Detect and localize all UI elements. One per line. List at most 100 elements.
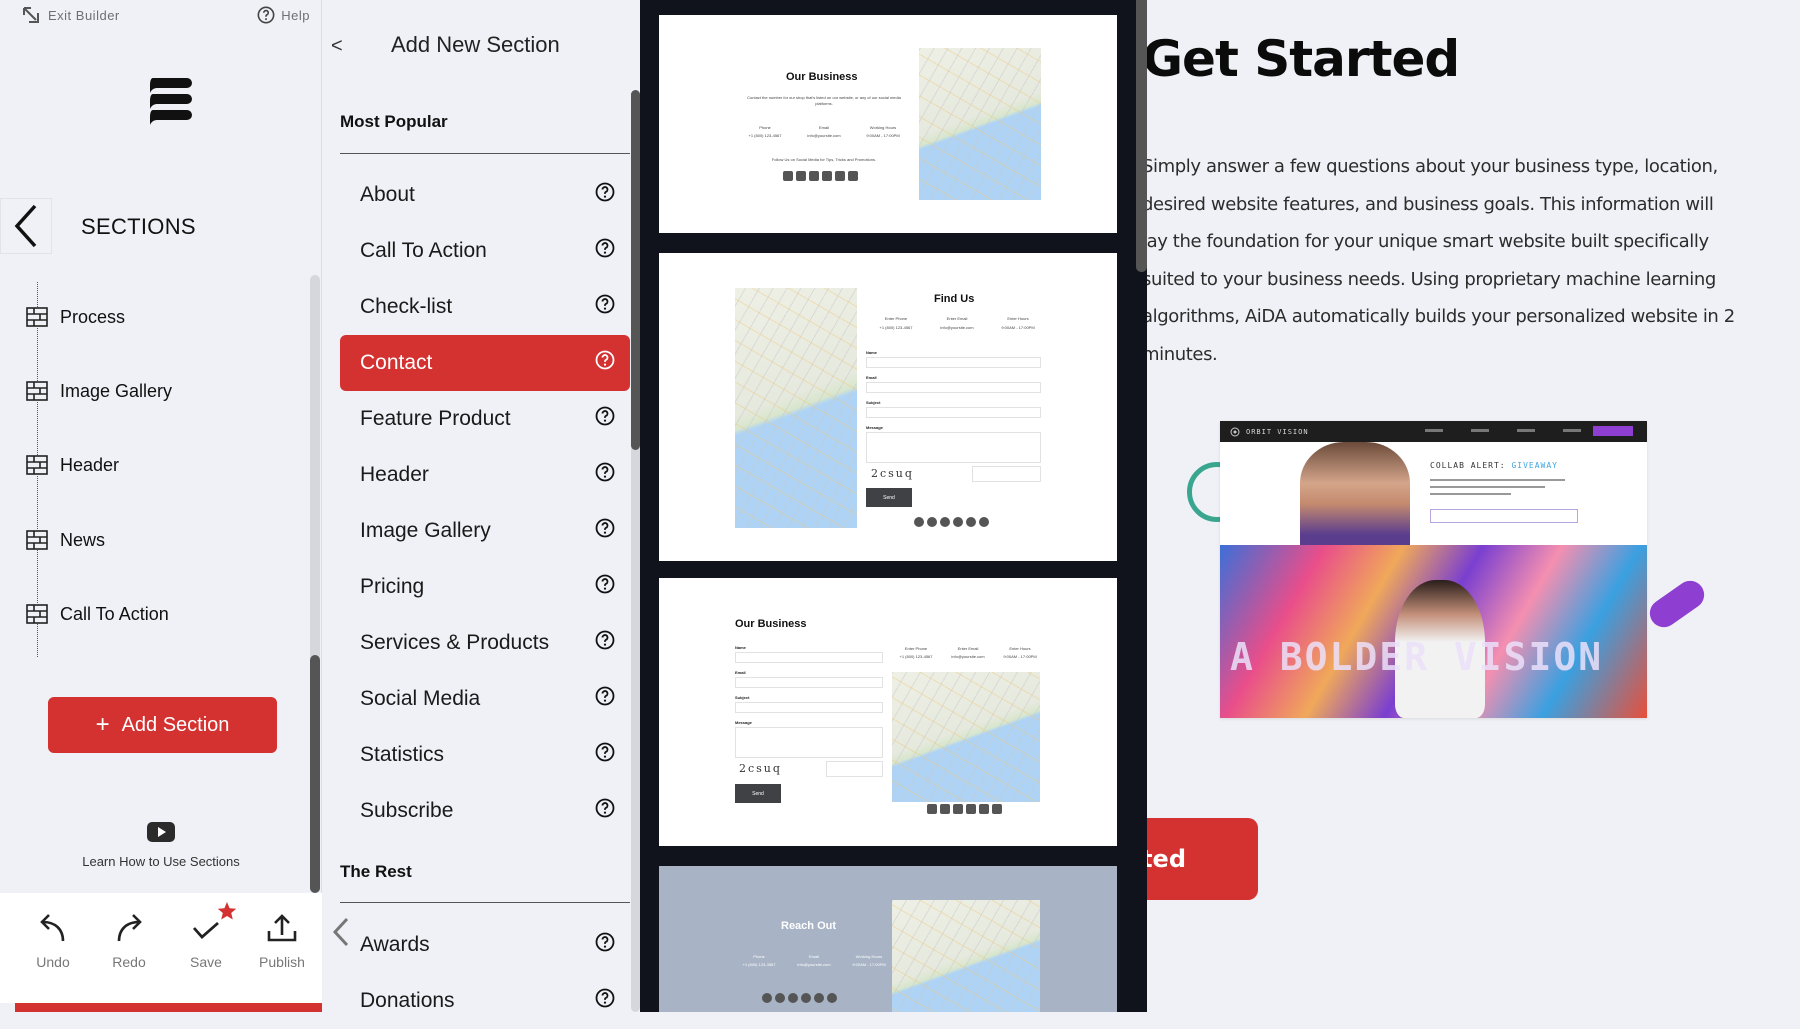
add-panel-back-button[interactable]: <	[331, 35, 343, 57]
help-circle-icon[interactable]	[595, 630, 615, 650]
section-option[interactable]: Call To Action	[340, 223, 630, 279]
contact-value: +1 (800) 123-4567	[879, 325, 913, 330]
sections-sidebar: Exit Builder Help SECTIONS Process Image…	[0, 0, 322, 1012]
add-panel-scrollbar-thumb[interactable]	[631, 90, 640, 450]
contact-label: Enter Hours	[1007, 316, 1029, 321]
help-circle-icon[interactable]	[595, 932, 615, 952]
section-item[interactable]: Header	[26, 450, 119, 480]
form-field	[866, 357, 1041, 368]
mockup-headline-text: COLLAB ALERT:	[1430, 461, 1506, 470]
add-section-button[interactable]: + Add Section	[48, 697, 277, 753]
section-option-label: Donations	[360, 989, 455, 1012]
undo-button[interactable]: Undo	[17, 913, 89, 970]
publish-button[interactable]: Publish	[246, 913, 318, 970]
section-option[interactable]: Image Gallery	[340, 503, 630, 559]
bottom-toolbar: Undo Redo Save Publish	[0, 893, 322, 1003]
section-option[interactable]: Services & Products	[340, 615, 630, 671]
section-option[interactable]: Subscribe	[340, 783, 630, 839]
undo-label: Undo	[36, 954, 70, 970]
help-circle-icon[interactable]	[595, 742, 615, 762]
help-circle-icon[interactable]	[595, 798, 615, 818]
section-option[interactable]: Statistics	[340, 727, 630, 783]
section-block-icon	[26, 307, 48, 327]
learn-sections-label: Learn How to Use Sections	[82, 854, 240, 869]
get-started-button[interactable]: Get Started	[1147, 818, 1258, 900]
sidebar-scrollbar[interactable]	[310, 275, 320, 893]
preview-card-contact-1[interactable]: Our Business Contact the number for our …	[659, 15, 1117, 233]
preview-card-contact-3[interactable]: Our Business Name Email Subject Message …	[659, 578, 1117, 846]
learn-sections-link[interactable]: Learn How to Use Sections	[0, 822, 322, 869]
sections-back-button[interactable]	[0, 198, 52, 254]
section-item-label: News	[60, 529, 106, 550]
help-circle-icon[interactable]	[595, 182, 615, 202]
help-circle-icon[interactable]	[595, 574, 615, 594]
contact-value: info@yoursite.com	[797, 962, 831, 967]
section-option[interactable]: Feature Product	[340, 391, 630, 447]
section-option[interactable]: Awards	[340, 917, 630, 973]
undo-icon	[40, 914, 65, 942]
help-circle-icon[interactable]	[595, 988, 615, 1008]
help-circle-icon[interactable]	[595, 350, 615, 370]
captcha-input	[972, 466, 1041, 482]
section-item[interactable]: News	[26, 525, 105, 555]
contact-label: Enter Email	[957, 646, 979, 651]
contact-label: Email	[808, 954, 819, 959]
collapse-panel-chevron-icon[interactable]	[331, 917, 351, 947]
section-option[interactable]: About	[340, 167, 630, 223]
preview-scrollbar-thumb[interactable]	[1136, 0, 1147, 272]
preview-card-contact-2[interactable]: Find Us Enter Phone +1 (800) 123-4567 En…	[659, 253, 1117, 561]
section-option[interactable]: Header	[340, 447, 630, 503]
section-option[interactable]: Check-list	[340, 279, 630, 335]
redo-button[interactable]: Redo	[93, 913, 165, 970]
form-field-label: Message	[735, 720, 752, 725]
page-heading: Get Started	[1147, 30, 1460, 88]
help-circle-icon[interactable]	[595, 518, 615, 538]
mockup-nav-links	[1425, 429, 1581, 432]
section-option-label: About	[360, 183, 415, 206]
send-button: Send	[866, 488, 912, 507]
builder-topbar: Exit Builder Help	[0, 4, 322, 28]
help-button[interactable]: Help	[257, 6, 310, 24]
form-field	[735, 702, 883, 713]
section-option[interactable]: Donations	[340, 973, 630, 1029]
contact-value: info@yoursite.com	[807, 133, 841, 138]
help-circle-icon[interactable]	[595, 406, 615, 426]
section-item[interactable]: Image Gallery	[26, 376, 172, 406]
save-button[interactable]: Save	[170, 913, 242, 970]
help-circle-icon[interactable]	[595, 294, 615, 314]
section-item[interactable]: Process	[26, 302, 125, 332]
mockup-brand: ORBIT VISION	[1246, 427, 1309, 436]
map-image	[919, 48, 1041, 200]
help-circle-icon[interactable]	[595, 686, 615, 706]
contact-value: +1 (800) 123-4567	[748, 133, 782, 138]
help-circle-icon[interactable]	[595, 462, 615, 482]
section-option[interactable]: Pricing	[340, 559, 630, 615]
group-title-the-rest: The Rest	[340, 862, 412, 881]
form-field	[735, 652, 883, 663]
exit-icon	[23, 7, 39, 23]
upload-icon	[267, 914, 297, 942]
mockup-email-field	[1430, 509, 1578, 523]
section-option[interactable]: Social Media	[340, 671, 630, 727]
publish-label: Publish	[259, 954, 305, 970]
section-item[interactable]: Call To Action	[26, 599, 169, 629]
contact-label: Phone	[759, 125, 771, 130]
help-circle-icon[interactable]	[595, 238, 615, 258]
form-field-label: Subject	[866, 400, 881, 405]
section-option-label: Social Media	[360, 687, 481, 710]
page-canvas: Get Started Simply answer a few question…	[1147, 0, 1800, 1012]
redo-icon	[117, 914, 142, 942]
form-field	[866, 407, 1041, 418]
section-option-label: Feature Product	[360, 407, 511, 430]
preview-card-title: Find Us	[934, 293, 975, 305]
section-option-label: Statistics	[360, 743, 445, 766]
section-option-label: Contact	[360, 351, 433, 374]
section-option-label: Subscribe	[360, 799, 454, 822]
unsaved-star-icon	[217, 902, 237, 920]
preview-card-contact-4[interactable]: Reach Out Phone +1 (800) 123-4567 Email …	[659, 866, 1117, 1012]
section-option[interactable]: Contact	[340, 335, 630, 391]
video-play-icon	[147, 822, 175, 842]
exit-builder-button[interactable]: Exit Builder	[22, 6, 120, 24]
group-divider	[340, 902, 630, 903]
help-label: Help	[281, 7, 310, 23]
